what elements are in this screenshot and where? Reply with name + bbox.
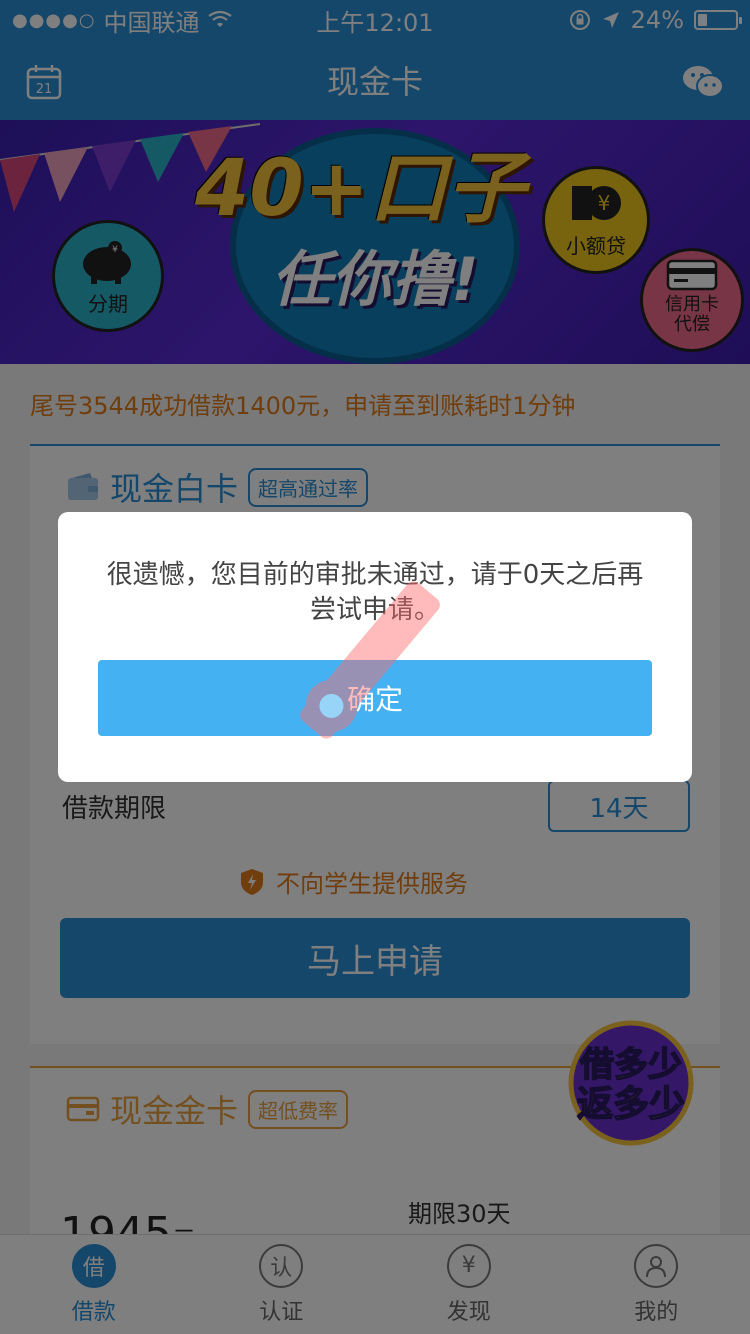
approval-failed-dialog: 很遗憾，您目前的审批未通过，请于0天之后再尝试申请。 确定	[58, 512, 692, 782]
confirm-button[interactable]: 确定	[98, 660, 652, 736]
dialog-message: 很遗憾，您目前的审批未通过，请于0天之后再尝试申请。	[106, 560, 644, 626]
